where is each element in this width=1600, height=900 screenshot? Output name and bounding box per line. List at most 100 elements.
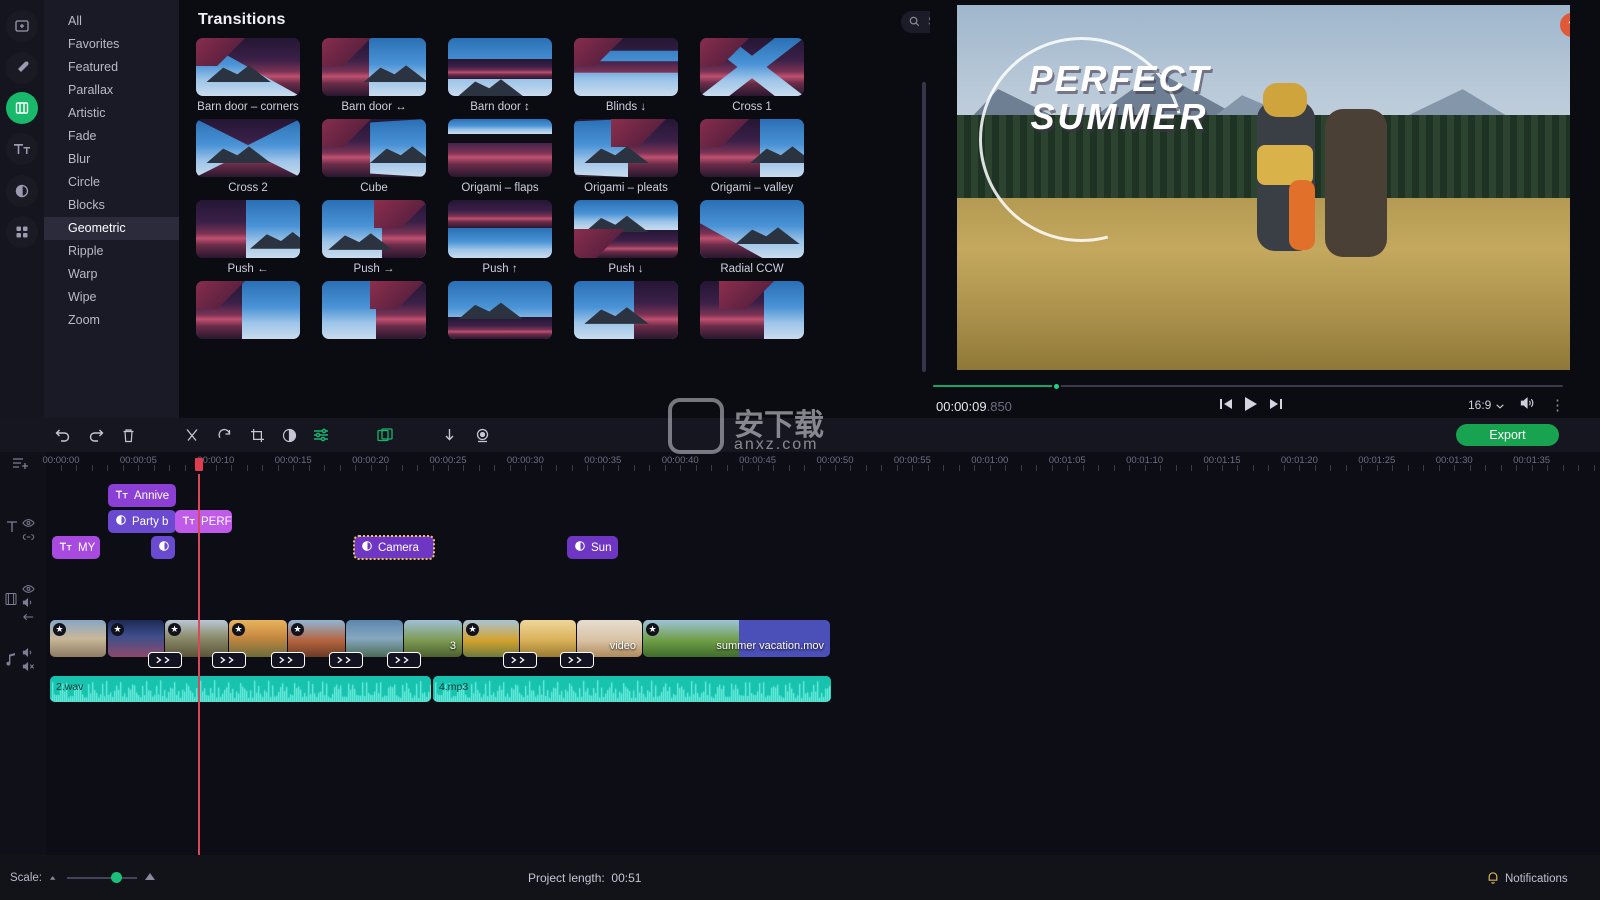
transition-item[interactable]: Barn door – corners: [196, 38, 322, 113]
timeline-transition-badge[interactable]: [503, 652, 537, 668]
category-item-favorites[interactable]: Favorites: [44, 33, 179, 56]
next-frame-icon[interactable]: [1269, 398, 1282, 413]
transition-item[interactable]: Cross 2: [196, 119, 322, 194]
video-track-visibility-toggle[interactable]: [22, 582, 35, 597]
color-adjust-button[interactable]: [278, 424, 300, 446]
timeline-video-clip[interactable]: ★ summer vacation.mov: [643, 620, 830, 657]
timeline-audio-clip[interactable]: 2.wav: [50, 676, 431, 702]
rail-item-transitions[interactable]: [6, 92, 38, 124]
audio-track-mute-toggle[interactable]: [22, 660, 35, 675]
transition-item[interactable]: [448, 281, 574, 339]
transition-item[interactable]: Cube: [322, 119, 448, 194]
clip-favorite-badge[interactable]: ★: [53, 623, 66, 636]
timeline-title-clip[interactable]: Sun: [567, 536, 618, 559]
category-item-featured[interactable]: Featured: [44, 56, 179, 79]
category-item-zoom[interactable]: Zoom: [44, 309, 179, 332]
clip-favorite-badge[interactable]: ★: [646, 623, 659, 636]
timeline-transition-badge[interactable]: [387, 652, 421, 668]
transition-item[interactable]: [196, 281, 322, 339]
scale-slider[interactable]: [66, 871, 137, 883]
timeline-transition-badge[interactable]: [212, 652, 246, 668]
volume-icon[interactable]: [1520, 396, 1535, 413]
preview-seek-bar[interactable]: [933, 382, 1563, 391]
add-track-button[interactable]: [12, 456, 30, 475]
crop-button[interactable]: [246, 424, 268, 446]
title-track-visibility-toggle[interactable]: [22, 516, 35, 531]
rail-item-import-media[interactable]: [6, 10, 38, 42]
timeline-title-clip[interactable]: [151, 536, 175, 559]
category-item-blur[interactable]: Blur: [44, 148, 179, 171]
transition-item[interactable]: Origami – valley: [700, 119, 826, 194]
video-track-collapse-toggle[interactable]: [22, 610, 35, 625]
clip-favorite-badge[interactable]: ★: [291, 623, 304, 636]
zoom-out-icon[interactable]: [49, 872, 60, 884]
video-preview[interactable]: PERFECT SUMMER ?: [957, 5, 1570, 370]
screen-record-button[interactable]: [471, 424, 493, 446]
category-item-all[interactable]: All: [44, 10, 179, 33]
timeline-title-clip[interactable]: PERFE: [175, 510, 232, 533]
timeline-title-clip[interactable]: Camera: [353, 535, 435, 560]
rail-item-effects[interactable]: [6, 52, 38, 84]
transition-item[interactable]: Push ↓: [574, 200, 700, 275]
clip-favorite-badge[interactable]: ★: [466, 623, 479, 636]
transition-item[interactable]: Cross 1: [700, 38, 826, 113]
undo-button[interactable]: [52, 424, 74, 446]
transition-item[interactable]: Origami – pleats: [574, 119, 700, 194]
clip-favorite-badge[interactable]: ★: [168, 623, 181, 636]
transition-item[interactable]: Origami – flaps: [448, 119, 574, 194]
title-track-link-toggle[interactable]: [22, 530, 35, 545]
category-item-blocks[interactable]: Blocks: [44, 194, 179, 217]
transition-item[interactable]: Barn door ↔: [322, 38, 448, 113]
timeline-video-clip[interactable]: ★: [50, 620, 106, 657]
video-track-mute-toggle[interactable]: [22, 596, 35, 611]
category-item-warp[interactable]: Warp: [44, 263, 179, 286]
audio-track-volume-toggle[interactable]: [22, 646, 35, 661]
prev-frame-icon[interactable]: [1220, 398, 1233, 413]
timeline-ruler[interactable]: 00:00:00 00:00:05 00:00:10 00:00:15 00:00:20…: [43, 452, 1600, 474]
export-button[interactable]: Export: [1456, 424, 1559, 446]
transition-item[interactable]: [574, 281, 700, 339]
play-icon[interactable]: [1244, 396, 1258, 415]
rail-item-stickers[interactable]: [6, 216, 38, 248]
montage-wizard-button[interactable]: [374, 424, 396, 446]
transition-item[interactable]: Barn door ↕: [448, 38, 574, 113]
transition-item[interactable]: Push ←: [196, 200, 322, 275]
playhead[interactable]: [195, 458, 203, 900]
zoom-in-icon[interactable]: [144, 871, 158, 884]
transition-item[interactable]: Radial CCW: [700, 200, 826, 275]
scale-slider-handle[interactable]: [110, 871, 122, 883]
transition-item[interactable]: [322, 281, 448, 339]
aspect-ratio-selector[interactable]: 16:9: [1468, 398, 1505, 412]
timeline-transition-badge[interactable]: [560, 652, 594, 668]
category-item-ripple[interactable]: Ripple: [44, 240, 179, 263]
rail-item-filters[interactable]: [6, 175, 38, 207]
transition-item[interactable]: Push ↑: [448, 200, 574, 275]
rail-item-titles[interactable]: [6, 133, 38, 165]
more-vertical-icon[interactable]: ⋮: [1550, 396, 1565, 414]
category-item-fade[interactable]: Fade: [44, 125, 179, 148]
notifications-button[interactable]: Notifications: [1487, 871, 1568, 887]
timeline-title-clip[interactable]: Party b: [108, 510, 176, 533]
clip-favorite-badge[interactable]: ★: [232, 623, 245, 636]
timeline-transition-badge[interactable]: [148, 652, 182, 668]
timeline-title-clip[interactable]: MY: [52, 536, 100, 559]
delete-button[interactable]: [117, 424, 139, 446]
rotate-button[interactable]: [213, 424, 235, 446]
category-item-circle[interactable]: Circle: [44, 171, 179, 194]
seek-handle[interactable]: [1052, 382, 1061, 391]
record-audio-button[interactable]: [438, 424, 460, 446]
split-button[interactable]: [181, 424, 203, 446]
category-item-artistic[interactable]: Artistic: [44, 102, 179, 125]
category-item-parallax[interactable]: Parallax: [44, 79, 179, 102]
transition-item[interactable]: Blinds ↓: [574, 38, 700, 113]
timeline-title-clip[interactable]: Annive: [108, 484, 176, 507]
timeline-audio-clip[interactable]: 4.mp3: [433, 676, 831, 702]
browser-scrollbar[interactable]: [922, 82, 926, 372]
timeline-transition-badge[interactable]: [271, 652, 305, 668]
redo-button[interactable]: [85, 424, 107, 446]
transition-item[interactable]: Push →: [322, 200, 448, 275]
category-item-wipe[interactable]: Wipe: [44, 286, 179, 309]
properties-button[interactable]: [310, 424, 332, 446]
category-item-geometric[interactable]: Geometric: [44, 217, 179, 240]
clip-favorite-badge[interactable]: ★: [111, 623, 124, 636]
